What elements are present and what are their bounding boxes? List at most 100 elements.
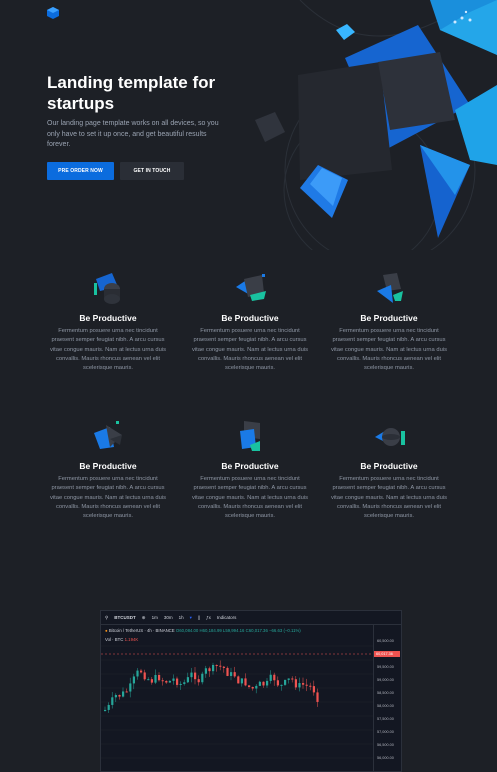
chart-toolbar: ⚲ BTCUSDT ⊕ 1m 30m 1h ▾ ∥ ƒx Indicators bbox=[101, 611, 401, 625]
candle-body bbox=[158, 674, 161, 681]
candle-body bbox=[154, 674, 157, 683]
candle-body bbox=[168, 680, 171, 683]
candle-body bbox=[194, 672, 197, 680]
get-in-touch-button[interactable]: GET IN TOUCH bbox=[120, 162, 184, 180]
candle-body bbox=[276, 680, 279, 686]
feature-card: Be Productive Fermentum posuere urna nec… bbox=[47, 417, 169, 521]
candle-body bbox=[222, 666, 225, 668]
feature-body: Fermentum posuere urna nec tincidunt pra… bbox=[50, 476, 166, 520]
feature-card: Be Productive Fermentum posuere urna nec… bbox=[328, 417, 450, 521]
feature-body: Fermentum posuere urna nec tincidunt pra… bbox=[331, 476, 447, 520]
feature-title: Be Productive bbox=[360, 313, 418, 323]
price-axis: 60,500.0060,000.0059,500.0059,000.0058,5… bbox=[373, 625, 401, 771]
candles-icon[interactable]: ∥ bbox=[198, 615, 200, 621]
candle-body bbox=[244, 678, 247, 686]
price-axis-label: 59,500.00 bbox=[377, 665, 394, 669]
feature-body: Fermentum posuere urna nec tincidunt pra… bbox=[331, 328, 447, 372]
candle-body bbox=[269, 674, 272, 681]
price-axis-label: 58,500.00 bbox=[377, 691, 394, 695]
chevron-down-icon[interactable]: ▾ bbox=[190, 615, 192, 621]
candle-body bbox=[262, 681, 265, 686]
candle-body bbox=[204, 668, 207, 674]
candle-body bbox=[143, 672, 146, 680]
interval-1h[interactable]: 1h bbox=[179, 615, 184, 620]
bitcoin-icon: ● bbox=[105, 628, 108, 633]
price-axis-label: 56,500.00 bbox=[377, 743, 394, 747]
candle-body bbox=[294, 679, 297, 688]
add-icon[interactable]: ⊕ bbox=[142, 615, 146, 621]
candle-body bbox=[273, 674, 276, 681]
candle-body bbox=[302, 683, 305, 685]
candle-body bbox=[190, 672, 193, 678]
candle-body bbox=[255, 685, 258, 689]
candle-body bbox=[172, 678, 175, 681]
candle-body bbox=[186, 677, 189, 683]
price-axis-label: 56,000.00 bbox=[377, 756, 394, 760]
price-axis-label: 59,000.00 bbox=[377, 678, 394, 682]
feature-title: Be Productive bbox=[221, 313, 279, 323]
feature-card: Be Productive Fermentum posuere urna nec… bbox=[189, 417, 311, 521]
hero-title: Landing template for startups bbox=[47, 73, 216, 113]
candle-body bbox=[233, 672, 236, 677]
candle-body bbox=[125, 691, 128, 693]
pre-order-button[interactable]: PRE ORDER NOW bbox=[47, 162, 114, 180]
candle-body bbox=[240, 678, 243, 684]
price-axis-label: 60,500.00 bbox=[377, 639, 394, 643]
feature-title: Be Productive bbox=[360, 461, 418, 471]
candle-body bbox=[305, 684, 308, 686]
candle-body bbox=[147, 679, 150, 681]
sphere-icon bbox=[375, 428, 405, 446]
feature-title: Be Productive bbox=[221, 461, 279, 471]
candle-body bbox=[150, 679, 153, 683]
candle-body bbox=[291, 678, 294, 680]
candle-body bbox=[122, 691, 125, 697]
candle-body bbox=[312, 686, 315, 693]
candle-body bbox=[226, 667, 229, 676]
candle-body bbox=[248, 685, 251, 688]
candle-body bbox=[104, 709, 107, 711]
candle-body bbox=[287, 678, 290, 680]
compare-icon[interactable]: ƒx bbox=[206, 615, 211, 620]
candle-body bbox=[183, 682, 186, 684]
candle-body bbox=[309, 685, 312, 687]
diamond-icon bbox=[236, 274, 266, 301]
candle-body bbox=[316, 692, 319, 702]
candle-body bbox=[197, 679, 200, 683]
chart-legend: ● Bitcoin / TetherUS · 4h · BINANCE O60,… bbox=[105, 628, 301, 633]
feature-body: Fermentum posuere urna nec tincidunt pra… bbox=[192, 328, 308, 372]
feature-card: Be Productive Fermentum posuere urna nec… bbox=[189, 269, 311, 373]
candle-body bbox=[161, 680, 164, 682]
price-axis-label: 57,500.00 bbox=[377, 717, 394, 721]
candle-body bbox=[165, 680, 168, 683]
candle-body bbox=[176, 678, 179, 685]
feature-card: Be Productive Fermentum posuere urna nec… bbox=[47, 269, 169, 373]
symbol-selector[interactable]: BTCUSDT bbox=[114, 615, 136, 620]
candle-body bbox=[266, 680, 269, 686]
interval-1m[interactable]: 1m bbox=[152, 615, 158, 620]
last-price-tag: 60,017.36 bbox=[374, 651, 400, 657]
candle-body bbox=[230, 672, 233, 676]
candle-body bbox=[140, 670, 143, 673]
candle-body bbox=[215, 664, 218, 666]
candle-body bbox=[118, 694, 121, 697]
trading-chart-widget[interactable]: ⚲ BTCUSDT ⊕ 1m 30m 1h ▾ ∥ ƒx Indicators … bbox=[100, 610, 402, 772]
feature-title: Be Productive bbox=[79, 313, 137, 323]
candle-body bbox=[136, 670, 139, 677]
candle-body bbox=[284, 679, 287, 685]
candle-body bbox=[132, 676, 135, 684]
hero-description: Our landing page template works on all d… bbox=[47, 120, 219, 148]
candlestick-plot[interactable] bbox=[101, 641, 373, 771]
candle-body bbox=[212, 664, 215, 672]
chart-title: Bitcoin / TetherUS · 4h · BINANCE bbox=[108, 628, 175, 633]
candle-body bbox=[258, 681, 261, 686]
candle-body bbox=[114, 694, 117, 698]
interval-30m[interactable]: 30m bbox=[164, 615, 173, 620]
cube-blue-icon bbox=[240, 421, 260, 451]
feature-body: Fermentum posuere urna nec tincidunt pra… bbox=[50, 328, 166, 372]
search-icon[interactable]: ⚲ bbox=[105, 615, 108, 621]
indicators-button[interactable]: Indicators bbox=[217, 615, 237, 620]
candle-body bbox=[251, 687, 254, 689]
candle-body bbox=[129, 683, 132, 692]
cylinder-icon bbox=[94, 273, 120, 304]
candle-body bbox=[179, 683, 182, 685]
